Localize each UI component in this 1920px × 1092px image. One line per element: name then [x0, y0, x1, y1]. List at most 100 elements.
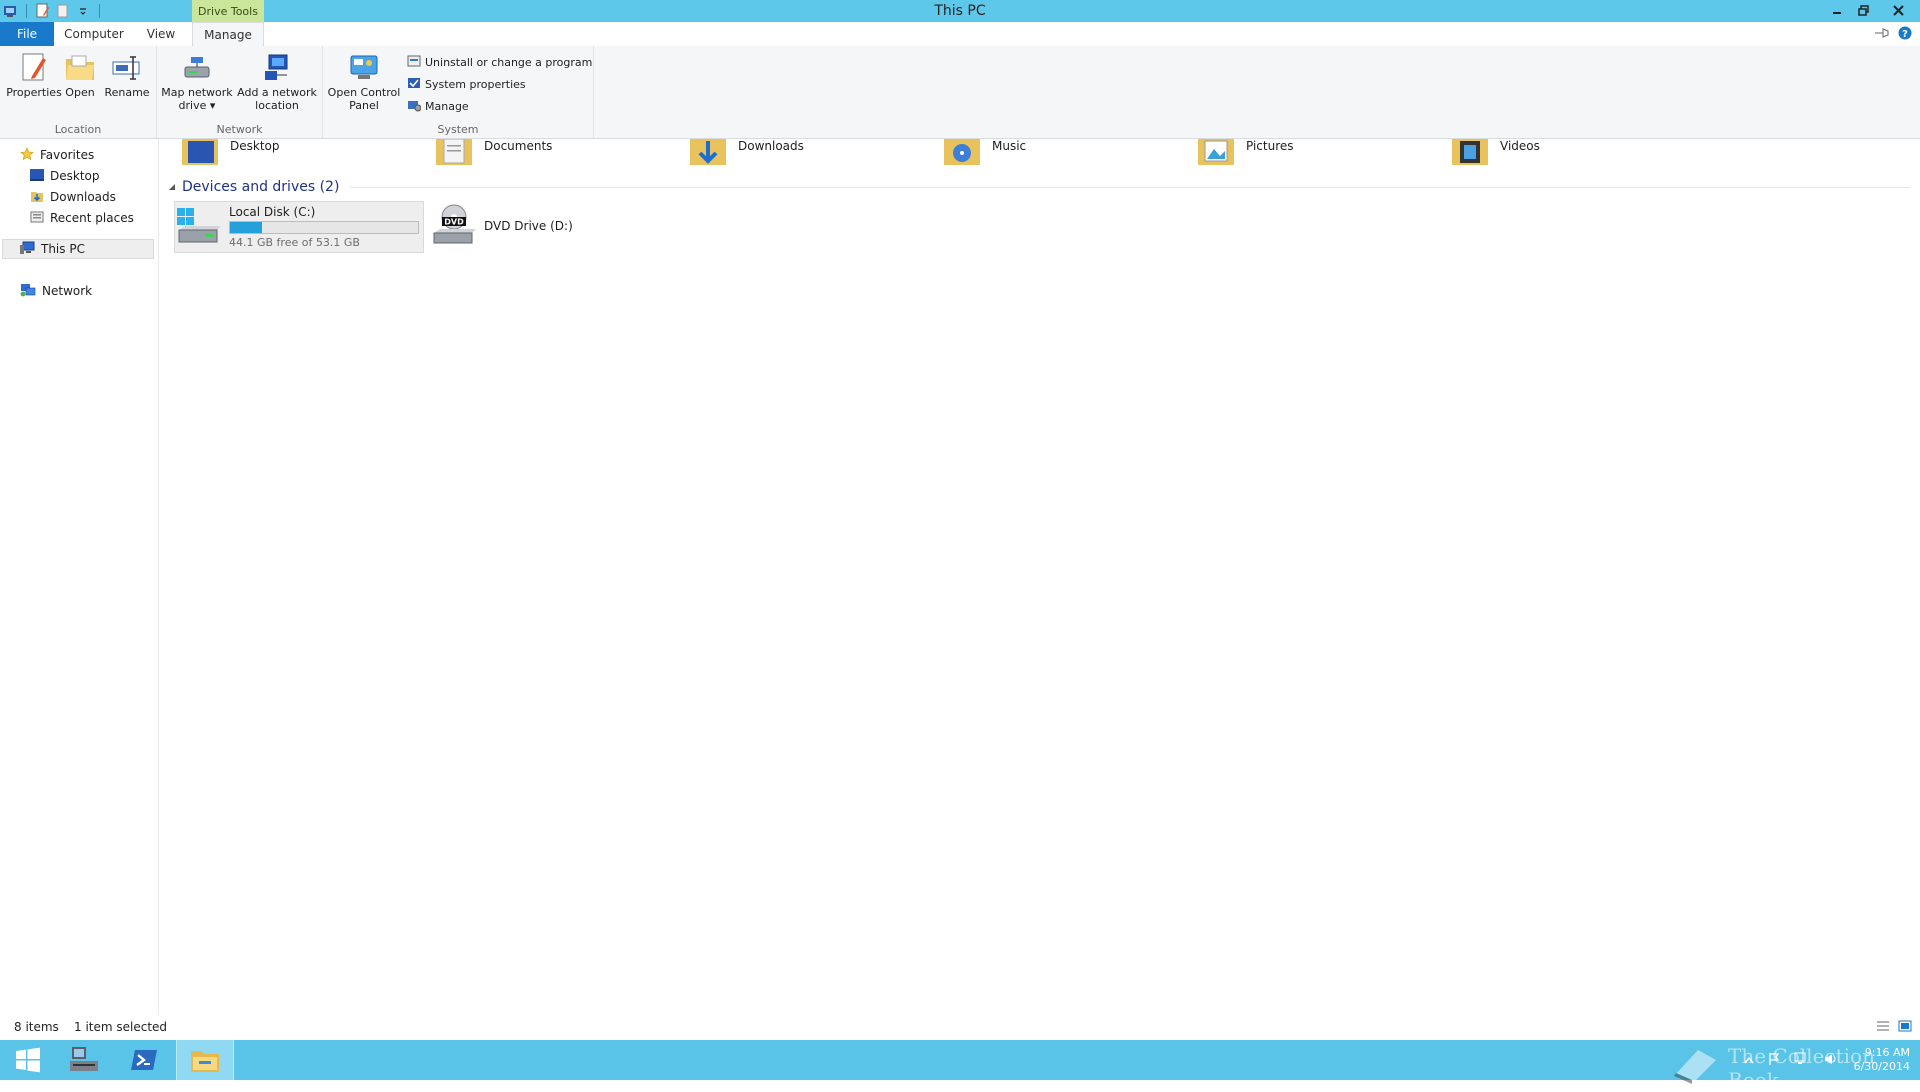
server-manager-taskbar-button[interactable] [56, 1040, 112, 1080]
devices-and-drives-header[interactable]: Devices and drives (2) [168, 177, 339, 197]
downloads-folder-icon [688, 139, 728, 172]
tab-view[interactable]: View [136, 22, 186, 46]
speaker-icon[interactable] [1824, 1052, 1840, 1069]
tab-manage[interactable]: Manage [192, 22, 264, 47]
system-menu-icon[interactable] [2, 3, 18, 19]
ribbon-group-location-label: Location [54, 123, 102, 136]
customize-qat-chevron-icon[interactable] [75, 3, 91, 19]
tab-file[interactable]: File [0, 22, 54, 46]
nav-desktop[interactable]: Desktop [30, 166, 100, 186]
add-network-location-icon [261, 52, 293, 84]
action-center-flag-icon[interactable] [1768, 1052, 1780, 1069]
control-panel-icon [348, 52, 380, 84]
nav-recent-places-label: Recent places [50, 211, 134, 225]
minimize-button[interactable] [1824, 0, 1850, 20]
drive-dvd-d[interactable]: DVD DVD Drive (D:) [430, 201, 630, 251]
status-item-count: 8 items [14, 1020, 59, 1034]
help-icon[interactable]: ? [1898, 26, 1912, 43]
map-network-drive-icon [181, 52, 213, 84]
open-button[interactable]: Open [56, 52, 104, 99]
ribbon-group-location: Properties Open Rename Location [0, 46, 157, 138]
open-control-panel-label-2: Panel [349, 99, 379, 112]
map-network-drive-button[interactable]: Map network drive ▾ [159, 52, 235, 112]
map-network-drive-label-2: drive [178, 99, 207, 112]
local-disk-info: Local Disk (C:) 44.1 GB free of 53.1 GB [229, 205, 419, 249]
ribbon: Properties Open Rename Location Map netw… [0, 46, 1920, 139]
folder-desktop[interactable]: Desktop [180, 139, 280, 169]
documents-folder-icon [434, 138, 474, 172]
folder-pictures[interactable]: Pictures [1196, 139, 1294, 169]
folder-videos[interactable]: Videos [1450, 139, 1540, 169]
nav-recent-places[interactable]: Recent places [30, 208, 134, 228]
network-tray-icon[interactable] [1794, 1052, 1810, 1069]
svg-text:?: ? [1902, 29, 1908, 40]
folder-documents[interactable]: Documents [434, 138, 553, 172]
add-network-location-button[interactable]: Add a network location [237, 52, 317, 112]
folder-desktop-name: Desktop [230, 139, 280, 153]
ribbon-group-system: Open Control Panel Uninstall or change a… [323, 46, 594, 138]
nav-network-label: Network [42, 284, 93, 298]
ribbon-group-system-label: System [437, 123, 479, 136]
view-buttons [1876, 1020, 1912, 1035]
add-network-location-label-1: Add a network [237, 86, 317, 99]
pin-ribbon-icon[interactable] [1874, 27, 1890, 42]
nav-downloads[interactable]: Downloads [30, 187, 116, 207]
hard-drive-icon [175, 204, 223, 251]
open-control-panel-label: Open Control Panel [328, 86, 401, 112]
network-icon [20, 283, 36, 300]
status-selection: 1 item selected [74, 1020, 168, 1034]
status-bar: 8 items 1 item selected [0, 1015, 1920, 1039]
uninstall-program-label: Uninstall or change a program [425, 55, 593, 69]
book-icon [1668, 1046, 1720, 1091]
start-button[interactable] [0, 1040, 56, 1080]
nav-network[interactable]: Network [20, 281, 92, 301]
videos-folder-icon [1450, 139, 1490, 172]
folder-pictures-name: Pictures [1246, 139, 1294, 153]
new-folder-icon[interactable] [55, 3, 71, 19]
map-network-drive-label-1: Map network [161, 86, 233, 99]
open-folder-icon [64, 52, 96, 84]
properties-icon[interactable] [35, 3, 51, 19]
clock-time: 9:16 AM [1864, 1046, 1910, 1059]
dropdown-arrow-icon: ▾ [209, 99, 216, 112]
clock[interactable]: 9:16 AM 6/30/2014 [1854, 1046, 1910, 1074]
nav-this-pc[interactable]: This PC [2, 239, 154, 259]
open-control-panel-button[interactable]: Open Control Panel [327, 52, 401, 112]
nav-favorites[interactable]: Favorites [20, 145, 94, 165]
rename-button[interactable]: Rename [100, 52, 154, 99]
star-icon [20, 146, 34, 164]
folder-downloads-name: Downloads [738, 139, 804, 153]
drive-c-usage-fill [230, 222, 262, 233]
tab-right-controls: ? [1874, 26, 1912, 43]
ribbon-tabs: File Computer View Manage ? [0, 22, 1920, 47]
drive-local-disk-c[interactable]: Local Disk (C:) 44.1 GB free of 53.1 GB [174, 201, 424, 253]
pictures-folder-icon [1196, 139, 1236, 172]
manage-button[interactable]: Manage [407, 96, 469, 116]
uninstall-program-button[interactable]: Uninstall or change a program [407, 52, 592, 72]
properties-icon [18, 52, 50, 84]
close-button[interactable] [1876, 0, 1920, 20]
file-explorer-taskbar-button[interactable] [176, 1040, 234, 1080]
drive-c-usage-bar [229, 221, 419, 234]
drive-c-name: Local Disk (C:) [229, 205, 316, 219]
devices-and-drives-label: Devices and drives (2) [182, 179, 340, 195]
folder-documents-name: Documents [484, 139, 553, 153]
downloads-folder-icon [30, 189, 44, 206]
tab-computer[interactable]: Computer [58, 22, 130, 46]
details-view-icon[interactable] [1876, 1020, 1890, 1035]
navigation-pane: Favorites Desktop Downloads Recent place… [0, 139, 159, 1015]
rename-icon [111, 52, 143, 84]
clock-date: 6/30/2014 [1853, 1060, 1910, 1073]
large-icons-view-icon[interactable] [1898, 1020, 1912, 1035]
show-hidden-icons-icon[interactable] [1744, 1053, 1754, 1067]
restore-button[interactable] [1850, 0, 1876, 20]
system-properties-button[interactable]: System properties [407, 74, 526, 94]
ribbon-group-network: Map network drive ▾ Add a network locati… [157, 46, 323, 138]
folder-downloads[interactable]: Downloads [688, 139, 804, 169]
nav-desktop-label: Desktop [50, 169, 100, 183]
folder-music[interactable]: Music [942, 139, 1026, 169]
powershell-taskbar-button[interactable] [116, 1040, 172, 1080]
properties-button[interactable]: Properties [6, 52, 62, 99]
add-network-location-label-2: location [255, 99, 299, 112]
recent-places-icon [30, 210, 44, 227]
